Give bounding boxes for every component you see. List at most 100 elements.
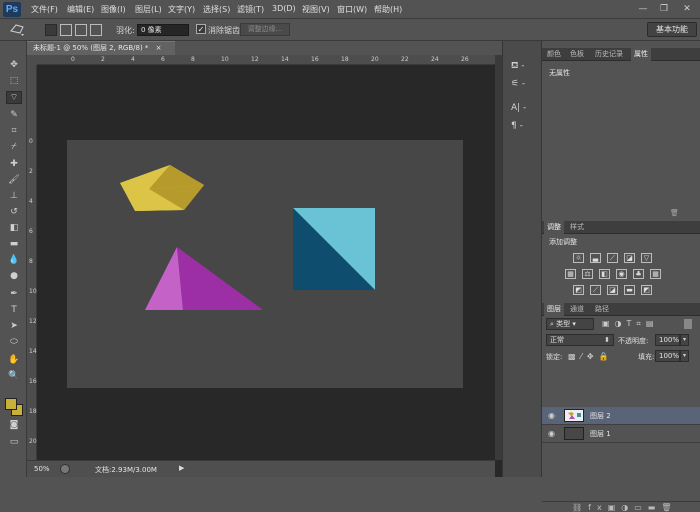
gradient-tool-icon[interactable]: ▬ (6, 238, 22, 251)
opacity-input[interactable]: 100% (655, 334, 680, 346)
blend-mode-value: 正常 (550, 336, 564, 344)
history-brush-tool-icon[interactable]: ↺ (6, 206, 22, 219)
invert-icon[interactable]: ◩ (573, 285, 584, 295)
tab-layers[interactable]: 图层 (544, 303, 564, 316)
tab-color[interactable]: 颜色 (544, 48, 564, 61)
workspace-button[interactable]: 基本功能 (647, 22, 697, 37)
restore-icon[interactable]: ❐ (657, 3, 671, 15)
trash-icon[interactable]: 🗑 (670, 209, 679, 217)
blur-tool-icon[interactable]: 💧 (6, 254, 22, 267)
hue-saturation-icon[interactable]: ▦ (565, 269, 576, 279)
antialias-checkbox[interactable]: ✓ (196, 24, 206, 34)
move-tool-icon[interactable]: ✥ (6, 59, 22, 72)
brush-tool-icon[interactable]: 🖌 (6, 174, 22, 187)
new-selection-icon[interactable] (45, 24, 57, 36)
refine-edge-button[interactable]: 调整边缘... (240, 23, 290, 36)
layers-panel: ⌕ 类型 ▾ ▣◑T⌗▤ 正常 ⬍ 不透明度: 100% ▾ 锁定: ▩⁄✥🔒 填… (542, 317, 700, 512)
screen-mode-icon[interactable]: ▭ (6, 436, 22, 449)
character-panel-icon[interactable]: A| ‑ (511, 101, 533, 115)
tab-history[interactable]: 历史记录 (592, 48, 626, 61)
tab-paths[interactable]: 路径 (592, 303, 612, 316)
canvas[interactable] (67, 140, 463, 388)
pen-tool-icon[interactable]: ✒ (6, 288, 22, 301)
fill-arrow-icon[interactable]: ▾ (680, 350, 689, 362)
polygonal-lasso-tool-icon[interactable]: ⌔ (6, 91, 22, 104)
layers-footer-icons[interactable]: ⛓fx▣◑▭▬🗑 (572, 503, 678, 512)
layer-row-1[interactable]: ◉ 图层 1 (542, 425, 700, 443)
lock-icons[interactable]: ▩⁄✥🔒 (568, 352, 614, 361)
tab-properties[interactable]: 属性 (631, 48, 651, 61)
crop-tool-icon[interactable]: ⌗ (6, 125, 22, 138)
zoom-tool-icon[interactable]: 🔍 (6, 370, 22, 383)
menu-view[interactable]: 视图(V) (302, 4, 330, 15)
gradient-map-icon[interactable]: ▬ (624, 285, 635, 295)
brightness-icon[interactable]: ☼ (573, 253, 584, 263)
threshold-icon[interactable]: ◪ (607, 285, 618, 295)
blend-mode-dropdown[interactable]: 正常 ⬍ (546, 334, 614, 346)
selective-color-icon[interactable]: ◩ (641, 285, 652, 295)
tab-styles[interactable]: 样式 (567, 221, 587, 234)
shape-tool-icon[interactable]: ⬭ (6, 336, 22, 349)
intersect-selection-icon[interactable] (90, 24, 102, 36)
layer-filter-dropdown[interactable]: ⌕ 类型 ▾ (546, 318, 594, 330)
menu-edit[interactable]: 编辑(E) (67, 4, 94, 15)
tab-adjustments[interactable]: 调整 (544, 221, 564, 234)
status-menu-arrow-icon[interactable]: ▶ (179, 464, 184, 472)
paragraph-panel-icon[interactable]: ¶ ‑ (511, 119, 533, 133)
visibility-eye-icon[interactable]: ◉ (548, 411, 555, 420)
visibility-eye-icon[interactable]: ◉ (548, 429, 555, 438)
menu-type[interactable]: 文字(Y) (168, 4, 195, 15)
feather-input[interactable]: 0 像素 (137, 24, 189, 36)
marquee-tool-icon[interactable]: ⬚ (6, 75, 22, 88)
menu-image[interactable]: 图像(I) (101, 4, 126, 15)
menu-3d[interactable]: 3D(D) (272, 4, 296, 13)
clone-stamp-tool-icon[interactable]: ⊥ (6, 190, 22, 203)
close-icon[interactable]: ✕ (680, 3, 694, 15)
photo-filter-icon[interactable]: ◉ (616, 269, 627, 279)
document-tab-close-icon[interactable]: × (156, 44, 162, 52)
path-select-tool-icon[interactable]: ➤ (6, 320, 22, 333)
menu-window[interactable]: 窗口(W) (337, 4, 367, 15)
menu-layer[interactable]: 图层(L) (135, 4, 162, 15)
vibrance-icon[interactable]: ▽ (641, 253, 652, 263)
foreground-color-swatch[interactable] (5, 398, 17, 410)
exposure-icon[interactable]: ◪ (624, 253, 635, 263)
levels-icon[interactable]: ▃ (590, 253, 601, 263)
layer-row-2[interactable]: ◉ 图层 2 (542, 407, 700, 425)
tool-presets-icon[interactable]: ⛾ ‑ (511, 59, 533, 73)
zoom-level[interactable]: 50% (34, 465, 50, 473)
color-lookup-icon[interactable]: ▦ (650, 269, 661, 279)
type-tool-icon[interactable]: T (6, 304, 22, 317)
document-tab[interactable]: 未标题-1 @ 50% (图层 2, RGB/8) * × (27, 41, 175, 55)
filter-toggle-icon[interactable] (684, 319, 692, 329)
subtract-selection-icon[interactable] (75, 24, 87, 36)
color-balance-icon[interactable]: ⚖ (582, 269, 593, 279)
layer-filter-icons[interactable]: ▣◑T⌗▤ (602, 319, 659, 329)
posterize-icon[interactable]: ⟋ (590, 285, 601, 295)
add-selection-icon[interactable] (60, 24, 72, 36)
menu-filter[interactable]: 滤镜(T) (237, 4, 264, 15)
vertical-scrollbar[interactable] (495, 55, 502, 460)
hand-tool-icon[interactable]: ✋ (6, 354, 22, 367)
quick-mask-icon[interactable]: ◙ (6, 419, 22, 432)
dodge-tool-icon[interactable]: ● (6, 270, 22, 283)
tab-swatches[interactable]: 色板 (567, 48, 587, 61)
black-white-icon[interactable]: ◧ (599, 269, 610, 279)
channel-mixer-icon[interactable]: ♣ (633, 269, 644, 279)
minimize-icon[interactable]: — (636, 3, 650, 15)
tab-channels[interactable]: 通道 (567, 303, 587, 316)
eyedropper-tool-icon[interactable]: ⌿ (6, 141, 22, 154)
brush-presets-icon[interactable]: ⚟ ‑ (511, 77, 533, 91)
menu-select[interactable]: 选择(S) (203, 4, 230, 15)
eraser-tool-icon[interactable]: ◧ (6, 222, 22, 235)
share-icon[interactable] (60, 464, 70, 474)
quick-select-tool-icon[interactable]: ✎ (6, 109, 22, 122)
lasso-preset-icon[interactable] (8, 22, 26, 37)
menu-help[interactable]: 帮助(H) (374, 4, 402, 15)
healing-brush-tool-icon[interactable]: ✚ (6, 158, 22, 171)
opacity-arrow-icon[interactable]: ▾ (680, 334, 689, 346)
fill-input[interactable]: 100% (655, 350, 680, 362)
curves-icon[interactable]: ⟋ (607, 253, 618, 263)
document-tab-title: 未标题-1 @ 50% (图层 2, RGB/8) * (33, 44, 149, 52)
menu-file[interactable]: 文件(F) (31, 4, 58, 15)
